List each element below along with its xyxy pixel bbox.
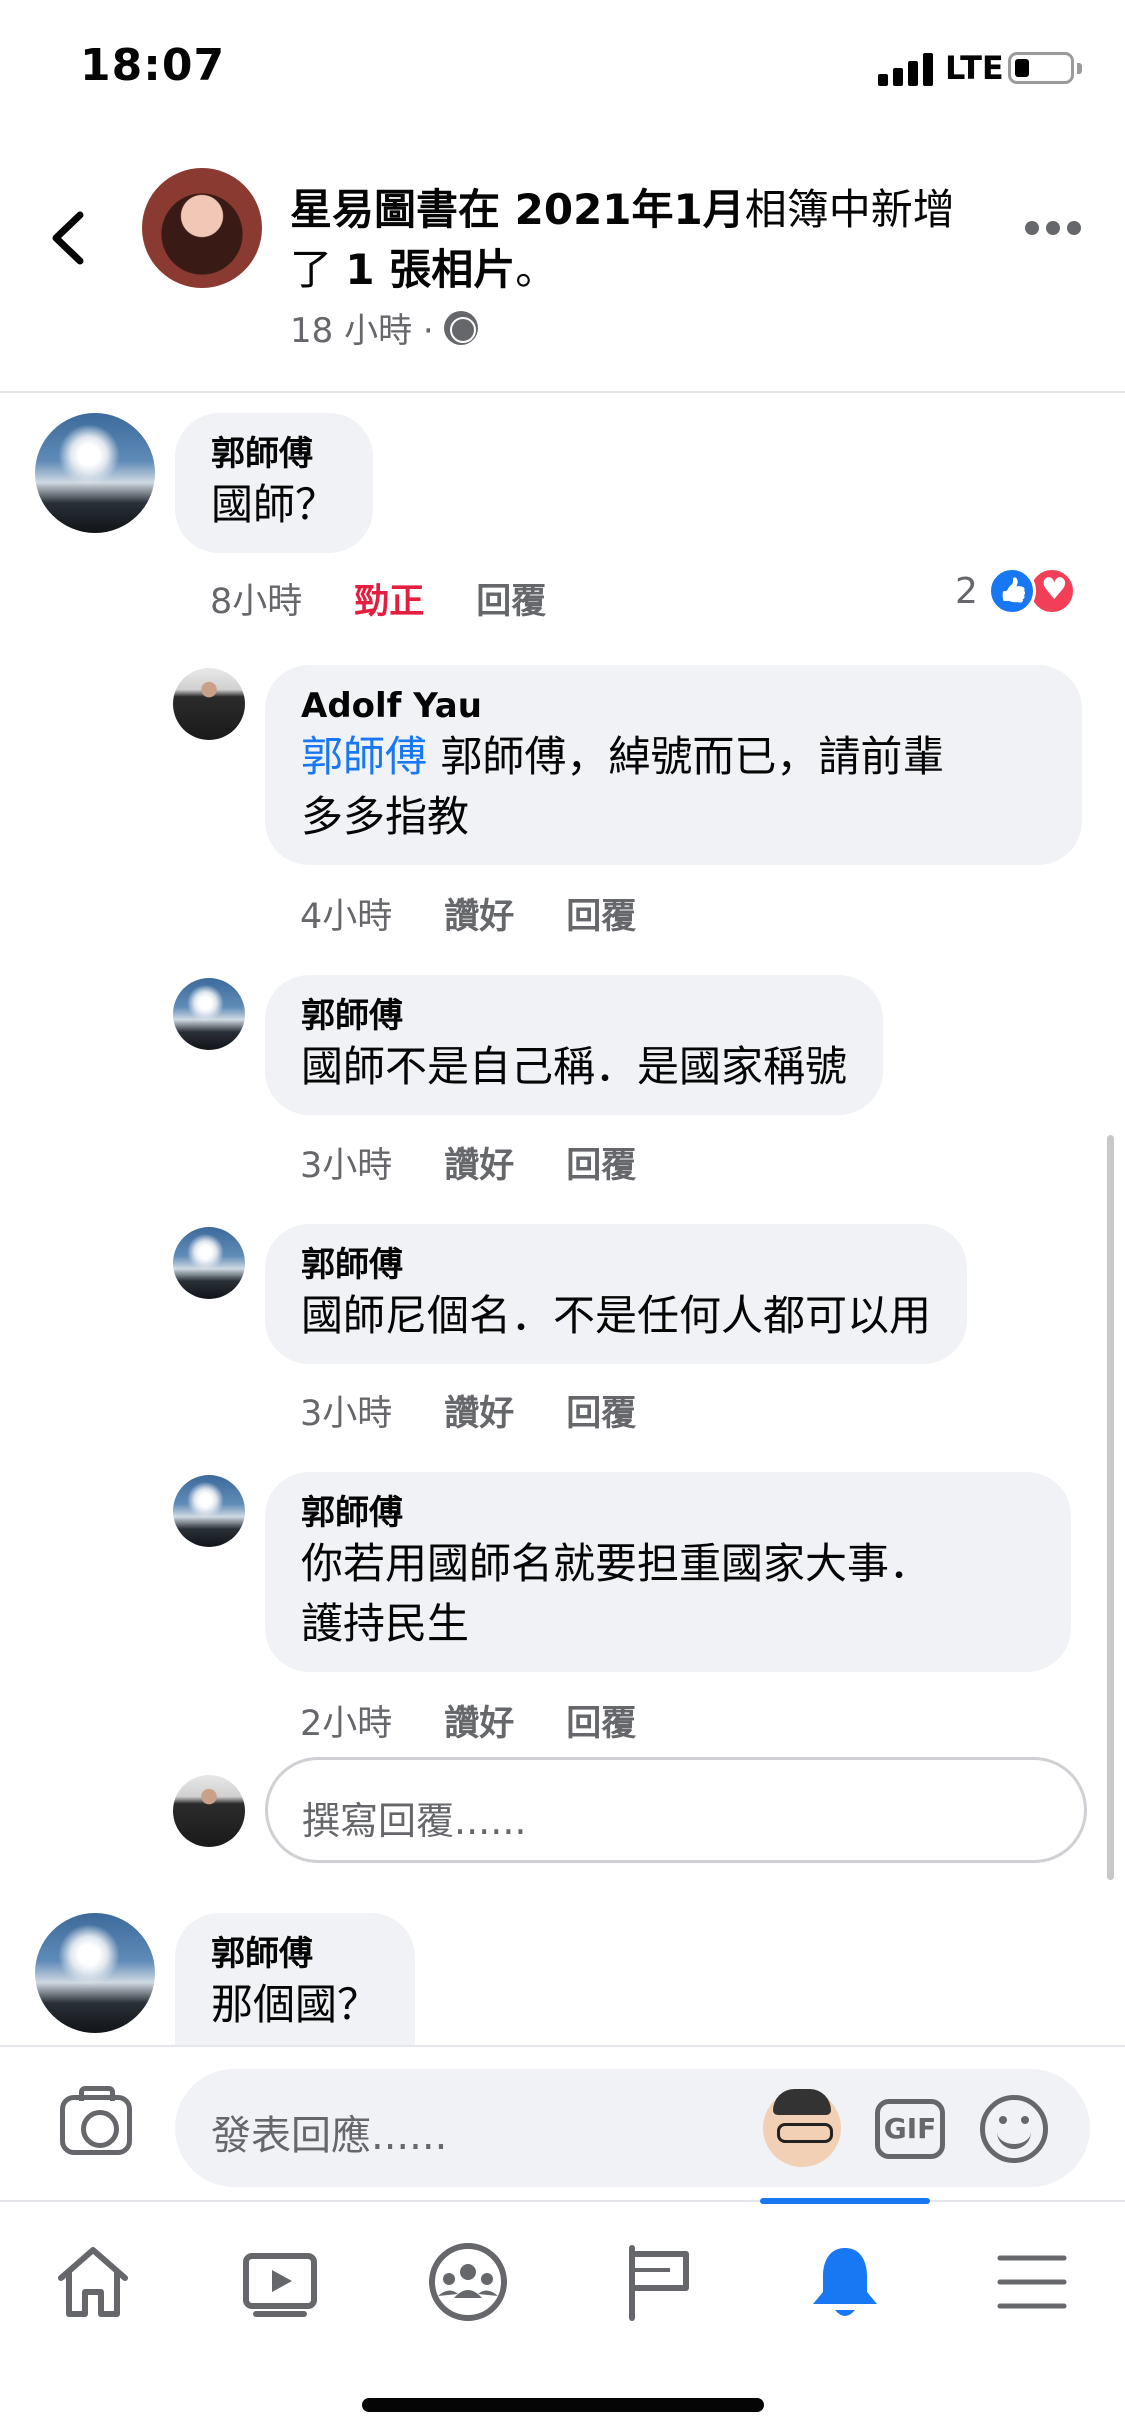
comment-author[interactable]: 郭師傅: [211, 1933, 379, 1975]
chevron-left-icon: [52, 211, 84, 265]
post-title-suffix: 。: [515, 245, 558, 294]
avatar-sticker-icon[interactable]: [763, 2089, 841, 2167]
comment-actions: 8小時 勁正 回覆: [210, 573, 598, 624]
emoji-icon[interactable]: [980, 2095, 1048, 2163]
reply-time: 3小時: [300, 1394, 393, 1434]
reply-avatar[interactable]: [173, 1227, 245, 1299]
post-time: 18 小時 ·: [290, 311, 434, 351]
groups-icon: [429, 2243, 507, 2321]
post-title-prefix[interactable]: 星易圖書在: [290, 185, 515, 234]
reply-text: 你若用國師名就要担重國家大事． 護持民生: [301, 1539, 932, 1648]
comment-input-placeholder: 發表回應......: [211, 2113, 448, 2159]
tab-menu[interactable]: [982, 2232, 1082, 2332]
status-time: 18:07: [80, 40, 226, 91]
reply-text: 國師不是自己稱．是國家稱號: [301, 1042, 848, 1091]
network-type: LTE: [945, 49, 1004, 87]
reply-text: 郭師傅 郭師傅，綽號而已，請前輩 多多指教: [301, 727, 1046, 847]
reply-time: 2小時: [300, 1704, 393, 1744]
status-bar: 18:07 LTE: [0, 0, 1125, 135]
reply-bubble[interactable]: 郭師傅 國師不是自己稱．是國家稱號: [265, 975, 884, 1115]
reply-input-placeholder: 撰寫回覆......: [302, 1799, 527, 1843]
back-button[interactable]: [44, 203, 94, 273]
comment-text: 國師？: [211, 480, 338, 529]
tab-watch[interactable]: [230, 2232, 330, 2332]
reply-bubble[interactable]: 郭師傅 你若用國師名就要担重國家大事． 護持民生: [265, 1472, 1071, 1672]
comment-bubble[interactable]: 郭師傅 國師？: [175, 413, 374, 553]
reply-bubble[interactable]: 郭師傅 國師尼個名．不是任何人都可以用: [265, 1224, 968, 1364]
comment-author[interactable]: 郭師傅: [211, 433, 337, 475]
reply-button[interactable]: 回覆: [476, 573, 546, 624]
home-indicator[interactable]: [362, 2398, 764, 2412]
reaction-count: 2: [955, 570, 978, 612]
mention-link[interactable]: 郭師傅: [301, 732, 427, 781]
reply-author[interactable]: 郭師傅: [301, 1244, 931, 1286]
camera-icon[interactable]: [60, 2086, 132, 2155]
menu-icon: [997, 2255, 1067, 2309]
signal-icon: [878, 52, 936, 86]
reply-actions: 2小時 讚好 回覆: [300, 1695, 688, 1746]
pages-flag-icon: [629, 2245, 689, 2321]
comment-time: 8小時: [210, 582, 303, 622]
reply-actions: 4小時 讚好 回覆: [300, 888, 688, 939]
reply-text: 國師尼個名．不是任何人都可以用: [301, 1291, 932, 1340]
tab-groups[interactable]: [418, 2232, 518, 2332]
reply-button[interactable]: 回覆: [566, 1695, 636, 1746]
reply-avatar[interactable]: [173, 668, 245, 740]
reply-author[interactable]: 郭師傅: [301, 1492, 1035, 1534]
battery-icon: [1008, 52, 1074, 84]
like-button[interactable]: 讚好: [444, 1385, 514, 1436]
reply-author[interactable]: 郭師傅: [301, 995, 847, 1037]
reply-avatar[interactable]: [173, 978, 245, 1050]
reply-actions: 3小時 讚好 回覆: [300, 1137, 688, 1188]
more-dot-icon: [1067, 221, 1081, 235]
reply-button[interactable]: 回覆: [566, 1137, 636, 1188]
tab-pages[interactable]: [608, 2232, 708, 2332]
tab-notifications[interactable]: [795, 2232, 895, 2332]
globe-icon: [443, 310, 478, 345]
reply-author[interactable]: Adolf Yau: [301, 685, 1046, 727]
commenter-avatar[interactable]: [35, 413, 155, 533]
home-icon: [58, 2247, 128, 2317]
tab-home[interactable]: [43, 2232, 143, 2332]
reply-button[interactable]: 回覆: [566, 888, 636, 939]
more-options-button[interactable]: [1025, 221, 1085, 241]
gif-button[interactable]: GIF: [875, 2099, 945, 2159]
commenter-avatar[interactable]: [35, 1913, 155, 2033]
post-header: 星易圖書在 2021年1月相簿中新增了 1 張相片。 18 小時 ·: [0, 135, 1125, 393]
post-meta: 18 小時 ·: [290, 303, 478, 352]
notifications-bell-icon: [813, 2248, 877, 2316]
page-avatar[interactable]: [142, 168, 262, 288]
like-button[interactable]: 讚好: [444, 1695, 514, 1746]
reply-avatar[interactable]: [173, 1475, 245, 1547]
compose-bar: 發表回應...... GIF: [0, 2045, 1125, 2200]
post-title: 星易圖書在 2021年1月相簿中新增了 1 張相片。: [290, 180, 980, 300]
battery-tip: [1077, 63, 1082, 74]
reaction-button[interactable]: 勁正: [354, 573, 424, 624]
reply-bubble[interactable]: Adolf Yau 郭師傅 郭師傅，綽號而已，請前輩 多多指教: [265, 665, 1082, 865]
video-icon: [243, 2253, 317, 2317]
comment-bubble[interactable]: 郭師傅 那個國？: [175, 1913, 416, 2045]
active-tab-indicator: [760, 2198, 930, 2204]
reply-time: 4小時: [300, 897, 393, 937]
comment-text: 那個國？: [211, 1980, 380, 2029]
post-title-date[interactable]: 2021年1月: [515, 185, 745, 234]
more-dot-icon: [1046, 221, 1060, 235]
scrollbar[interactable]: [1107, 1135, 1114, 1880]
reply-time: 3小時: [300, 1146, 393, 1186]
more-dot-icon: [1025, 221, 1039, 235]
reply-button[interactable]: 回覆: [566, 1385, 636, 1436]
like-button[interactable]: 讚好: [444, 888, 514, 939]
comment-input[interactable]: 發表回應...... GIF: [175, 2069, 1090, 2187]
reply-input[interactable]: 撰寫回覆......: [265, 1757, 1087, 1863]
reaction-summary[interactable]: 2: [955, 567, 1076, 615]
like-reaction-icon: [987, 567, 1036, 615]
current-user-avatar: [173, 1775, 245, 1847]
like-button[interactable]: 讚好: [444, 1137, 514, 1188]
reply-actions: 3小時 讚好 回覆: [300, 1385, 688, 1436]
post-title-count[interactable]: 1 張相片: [345, 245, 515, 294]
